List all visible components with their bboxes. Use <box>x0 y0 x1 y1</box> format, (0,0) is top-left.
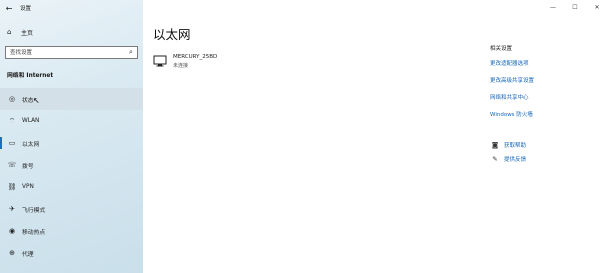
sidebar-item-airplane[interactable]: ✈ 飞行模式 <box>0 198 143 220</box>
sidebar-item-label: 移动热点 <box>22 229 46 236</box>
search-box[interactable]: ⌕ <box>5 46 138 59</box>
get-help-link[interactable]: 获取帮助 <box>504 141 526 149</box>
help-chat-icon: ◙ <box>491 141 499 149</box>
home-label: 主页 <box>21 29 34 37</box>
sidebar-item-label: VPN <box>22 184 34 190</box>
back-arrow-icon[interactable]: ← <box>0 0 18 16</box>
sidebar-item-label: 拨号 <box>22 163 34 170</box>
section-title: 网络和 Internet <box>7 73 54 79</box>
search-input[interactable] <box>6 47 125 58</box>
home-nav-item[interactable]: ⌂ 主页 <box>0 25 143 39</box>
main-panel: — ☐ ✕ 以太网 MERCURY_25BD 未连接 相关设置 更改适配器选项 … <box>143 0 608 273</box>
sidebar-item-hotspot[interactable]: ◉ 移动热点 <box>0 220 143 242</box>
help-section: ◙ 获取帮助 ✎ 提供反馈 <box>490 138 605 166</box>
sidebar-item-status[interactable]: ◎ 状态 ↖ <box>0 88 143 110</box>
selected-marker <box>0 137 2 149</box>
sidebar-item-wlan[interactable]: ⌔ WLAN <box>0 110 143 132</box>
get-help-row[interactable]: ◙ 获取帮助 <box>490 138 605 152</box>
proxy-globe-icon: ⊕ <box>9 249 15 257</box>
minimize-button[interactable]: — <box>542 0 564 14</box>
feedback-icon: ✎ <box>492 155 498 163</box>
dialup-phone-icon: ☏ <box>7 161 17 169</box>
computer-network-icon <box>153 55 167 67</box>
link-adapter-options[interactable]: 更改适配器选项 <box>490 60 605 77</box>
network-adapter-card[interactable]: MERCURY_25BD 未连接 <box>153 52 313 70</box>
related-settings-title: 相关设置 <box>490 46 513 52</box>
mouse-cursor-icon: ↖ <box>33 96 40 105</box>
link-windows-firewall[interactable]: Windows 防火墙 <box>490 111 605 128</box>
sidebar-item-vpn[interactable]: ⛓ VPN <box>0 176 143 198</box>
feedback-row[interactable]: ✎ 提供反馈 <box>490 152 605 166</box>
page-title: 以太网 <box>153 27 191 42</box>
sidebar-item-proxy[interactable]: ⊕ 代理 <box>0 242 143 264</box>
title-bar: ← 设置 <box>0 0 143 16</box>
feedback-link[interactable]: 提供反馈 <box>504 155 526 163</box>
hotspot-icon: ◉ <box>8 227 16 235</box>
window-controls: — ☐ ✕ <box>542 0 608 14</box>
sidebar-item-ethernet[interactable]: ▭ 以太网 <box>0 132 143 154</box>
sidebar-nav: ◎ 状态 ↖ ⌔ WLAN ▭ 以太网 ☏ 拨号 ⛓ VPN ✈ 飞行模式 ◉ … <box>0 88 143 264</box>
home-icon: ⌂ <box>7 28 12 36</box>
sidebar-item-label: 以太网 <box>22 141 40 148</box>
maximize-button[interactable]: ☐ <box>564 0 586 14</box>
related-settings: 相关设置 更改适配器选项 更改高级共享设置 网络和共享中心 Windows 防火… <box>490 44 605 128</box>
close-button[interactable]: ✕ <box>586 0 608 14</box>
sidebar: ← 设置 ⌂ 主页 ⌕ 网络和 Internet ◎ 状态 ↖ ⌔ WLAN ▭… <box>0 0 143 273</box>
ethernet-icon: ▭ <box>8 139 16 147</box>
sidebar-item-label: WLAN <box>22 118 40 124</box>
sidebar-item-label: 状态 <box>22 97 34 104</box>
link-advanced-sharing[interactable]: 更改高级共享设置 <box>490 77 605 94</box>
search-icon[interactable]: ⌕ <box>125 48 137 57</box>
vpn-icon: ⛓ <box>7 183 17 191</box>
airplane-icon: ✈ <box>9 205 15 213</box>
status-globe-icon: ◎ <box>8 95 16 103</box>
sidebar-item-dialup[interactable]: ☏ 拨号 <box>0 154 143 176</box>
sidebar-item-label: 飞行模式 <box>22 207 46 214</box>
app-title: 设置 <box>20 6 32 12</box>
wifi-icon: ⌔ <box>8 116 16 125</box>
link-network-sharing-center[interactable]: 网络和共享中心 <box>490 94 605 111</box>
network-info: MERCURY_25BD 未连接 <box>173 54 217 69</box>
sidebar-item-label: 代理 <box>22 251 34 258</box>
network-status: 未连接 <box>173 62 189 69</box>
network-name: MERCURY_25BD <box>173 53 218 60</box>
